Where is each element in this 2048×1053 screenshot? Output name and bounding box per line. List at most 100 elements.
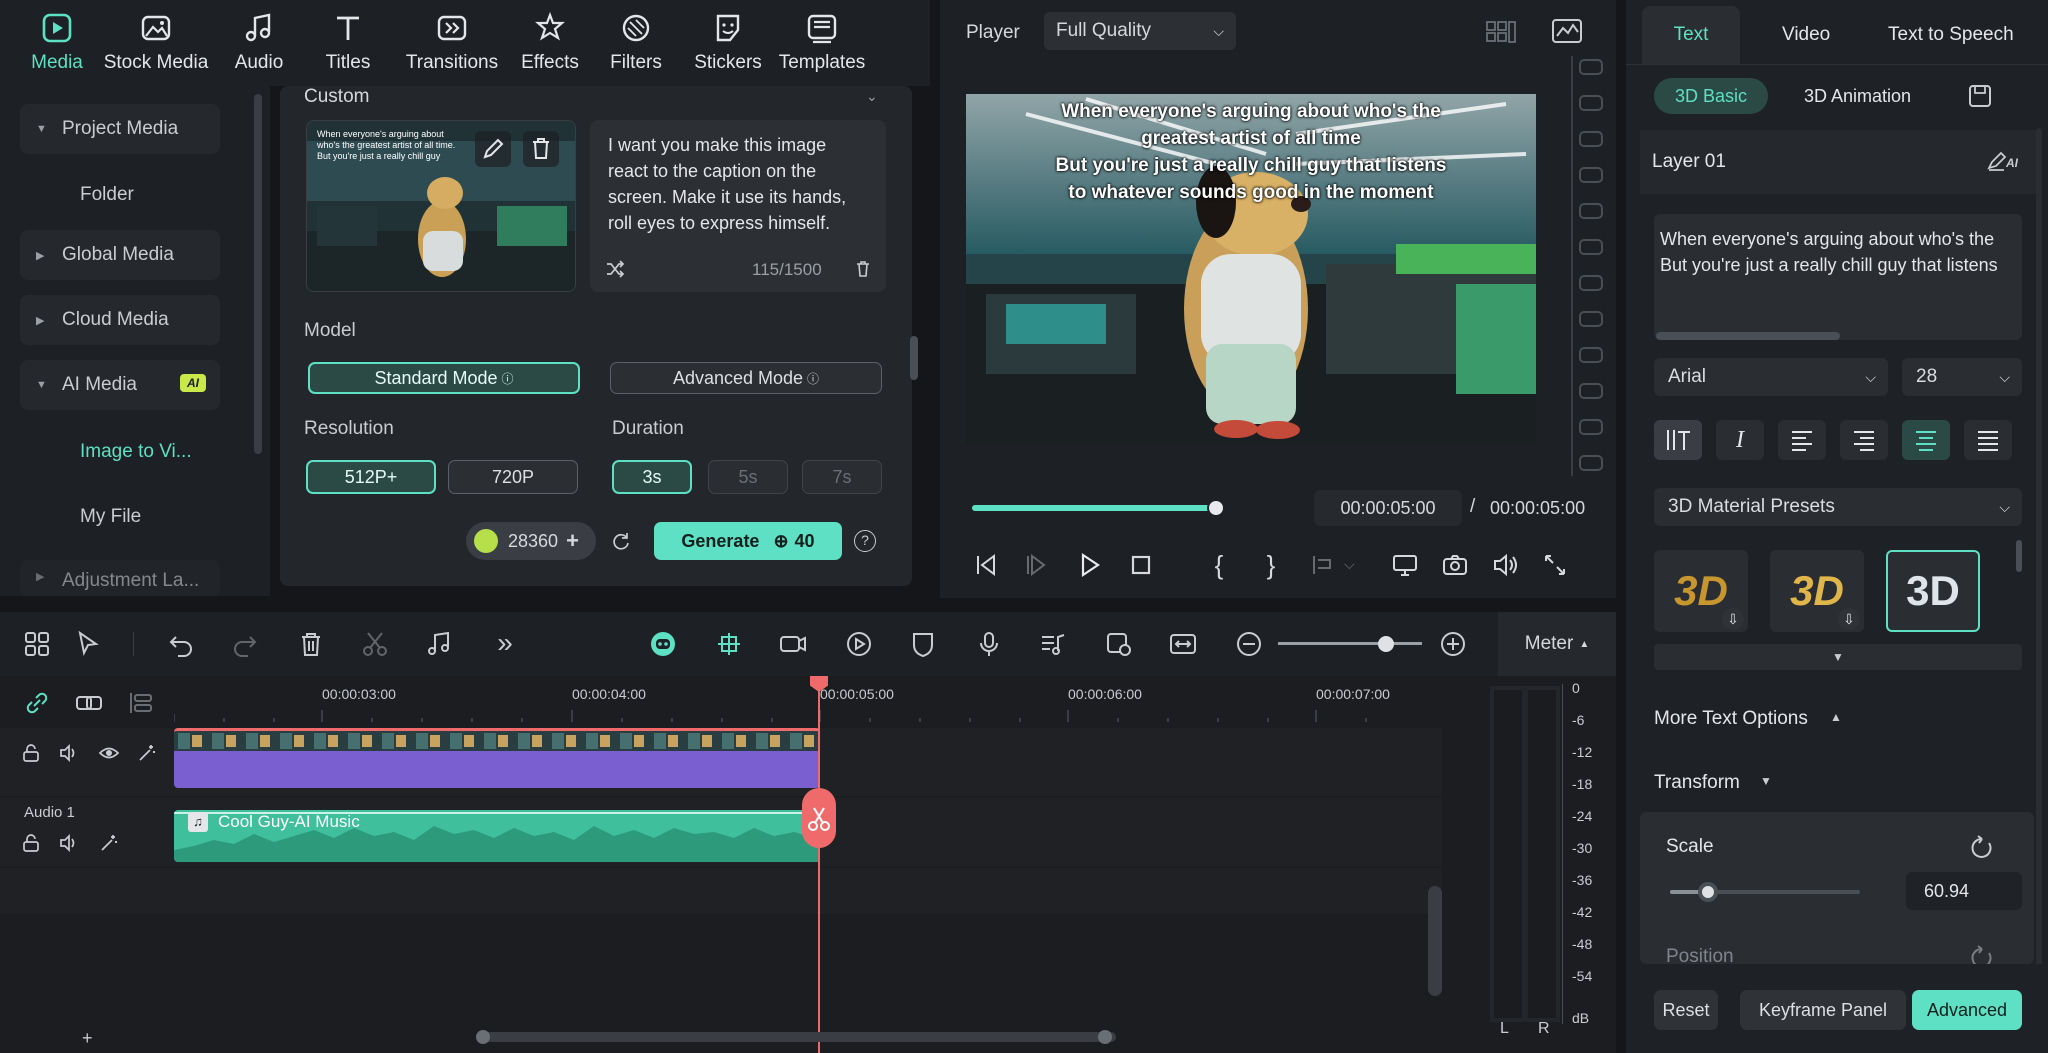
source-image-thumbnail[interactable]: When everyone's arguing about who's the … (306, 120, 576, 292)
zoom-slider[interactable] (1278, 642, 1422, 645)
tree-folder[interactable]: Folder (80, 184, 134, 206)
scale-input[interactable]: 60.94 (1906, 872, 2022, 910)
reset-button[interactable]: Reset (1654, 990, 1718, 1030)
tab-stickers[interactable]: Stickers (684, 0, 772, 86)
chevron-down-icon[interactable]: ⌄ (866, 88, 878, 105)
italic-icon[interactable]: I (1716, 420, 1764, 460)
tab-text[interactable]: Text (1642, 6, 1740, 64)
magic-icon[interactable] (98, 832, 120, 854)
lock-icon[interactable] (20, 832, 42, 854)
delete-icon[interactable] (296, 629, 326, 659)
generate-button[interactable]: Generate ⊕ 40 (654, 522, 842, 560)
expand-presets-icon[interactable]: ▼ (1654, 644, 2022, 670)
advanced-mode-button[interactable]: Advanced Mode ⓘ (610, 362, 882, 394)
edit-icon[interactable] (475, 131, 511, 167)
timeline-vertical-scrollbar[interactable] (1428, 886, 1442, 996)
shuffle-icon[interactable] (604, 258, 626, 280)
add-video-effect-icon[interactable] (778, 629, 808, 659)
panel-scrollbar[interactable] (2036, 128, 2042, 968)
tree-image-to-video[interactable]: Image to Vi... (80, 441, 192, 463)
fit-timeline-icon[interactable] (1168, 629, 1198, 659)
credits-badge[interactable]: 28360 + (466, 522, 596, 560)
volume-icon[interactable] (1490, 550, 1520, 580)
tab-filters[interactable]: Filters (588, 0, 684, 86)
split-icon[interactable] (360, 629, 390, 659)
tree-adjustment-layer[interactable]: ▶ Adjustment La... (20, 560, 220, 596)
text-content-editor[interactable]: When everyone's arguing about who's the … (1654, 214, 2022, 340)
scroll-handle-left[interactable] (476, 1030, 490, 1044)
stop-icon[interactable] (1126, 550, 1156, 580)
timeline-horizontal-scrollbar[interactable] (480, 1032, 1116, 1042)
tab-templates[interactable]: Templates (772, 0, 872, 86)
tree-cloud-media[interactable]: ▶ Cloud Media (20, 295, 220, 345)
reset-position-icon[interactable] (1968, 944, 1996, 964)
font-size-select[interactable]: 28 ⌵ (1902, 358, 2022, 396)
resolution-720p-button[interactable]: 720P (448, 460, 578, 494)
resolution-512p-button[interactable]: 512P+ (306, 460, 436, 494)
tab-stock-media[interactable]: Stock Media (98, 0, 214, 86)
duration-7s-button[interactable]: 7s (802, 460, 882, 494)
more-text-options[interactable]: More Text Options (1654, 708, 1808, 730)
tree-project-media[interactable]: ▼ Project Media (20, 104, 220, 154)
undo-icon[interactable] (166, 629, 196, 659)
smart-cutout-icon[interactable] (714, 629, 744, 659)
ai-edit-icon[interactable]: AI (1986, 148, 2020, 174)
group-icon[interactable] (74, 688, 104, 718)
align-left-icon[interactable] (1778, 420, 1826, 460)
prompt-textarea[interactable]: I want you make this image react to the … (590, 120, 886, 292)
zoom-in-icon[interactable] (1438, 629, 1468, 659)
scroll-handle-right[interactable] (1098, 1030, 1112, 1044)
auto-reframe-icon[interactable] (1104, 629, 1134, 659)
transform-section[interactable]: Transform (1654, 772, 1740, 794)
scale-slider-handle[interactable] (1698, 882, 1718, 902)
ai-copilot-icon[interactable] (648, 629, 678, 659)
music-list-icon[interactable] (1038, 629, 1068, 659)
caret-down-icon[interactable]: ▼ (1760, 774, 1772, 788)
lock-icon[interactable] (20, 742, 42, 764)
standard-mode-button[interactable]: Standard Mode ⓘ (308, 362, 580, 394)
download-icon[interactable]: ⇩ (1838, 608, 1860, 630)
align-justify-icon[interactable] (1964, 420, 2012, 460)
reset-scale-icon[interactable] (1968, 834, 1996, 862)
tree-scrollbar[interactable] (254, 94, 262, 454)
subtab-3d-animation[interactable]: 3D Animation (1804, 86, 1911, 107)
select-tool-icon[interactable] (74, 629, 104, 659)
snapshot-icon[interactable] (1440, 550, 1470, 580)
subtab-3d-basic[interactable]: 3D Basic (1654, 78, 1768, 114)
next-frame-icon[interactable] (1022, 550, 1052, 580)
text-scrollbar[interactable] (1656, 332, 1840, 340)
duration-5s-button[interactable]: 5s (708, 460, 788, 494)
zoom-out-icon[interactable] (1234, 629, 1264, 659)
video-clip[interactable] (174, 728, 820, 788)
link-icon[interactable] (22, 688, 52, 718)
layout-icon[interactable] (22, 629, 52, 659)
advanced-button[interactable]: Advanced (1912, 990, 2022, 1030)
tab-media[interactable]: Media (16, 0, 98, 86)
save-preset-icon[interactable] (1966, 82, 1994, 110)
playback-progress[interactable] (972, 499, 1225, 517)
magic-icon[interactable] (136, 742, 158, 764)
presets-scrollbar[interactable] (2016, 540, 2022, 572)
refresh-icon[interactable] (610, 530, 632, 552)
mark-in-icon[interactable]: { (1204, 550, 1234, 580)
text-spacing-icon[interactable] (1654, 420, 1702, 460)
chevron-down-icon[interactable]: ⌵ (1344, 556, 1355, 573)
preset-silver[interactable]: 3D (1886, 550, 1980, 632)
split-marker-icon[interactable] (802, 788, 836, 848)
material-presets-select[interactable]: 3D Material Presets ⌵ (1654, 488, 2022, 526)
tab-transitions[interactable]: Transitions (392, 0, 512, 86)
mark-out-icon[interactable]: } (1256, 550, 1286, 580)
tab-audio[interactable]: Audio (214, 0, 304, 86)
align-center-icon[interactable] (1902, 420, 1950, 460)
align-right-icon[interactable] (1840, 420, 1888, 460)
more-tools-icon[interactable]: » (490, 629, 520, 659)
current-time[interactable]: 00:00:05:00 (1314, 490, 1462, 526)
help-icon[interactable]: ? (854, 530, 876, 552)
video-preview[interactable]: When everyone's arguing about who's the … (966, 94, 1536, 444)
clear-icon[interactable] (852, 258, 874, 280)
visibility-icon[interactable] (98, 742, 120, 764)
audio-edit-icon[interactable] (424, 629, 454, 659)
audio-clip[interactable]: ♫ Cool Guy-AI Music (174, 810, 820, 862)
redo-icon[interactable] (230, 629, 260, 659)
meter-toggle[interactable]: Meter ▲ (1498, 612, 1616, 676)
